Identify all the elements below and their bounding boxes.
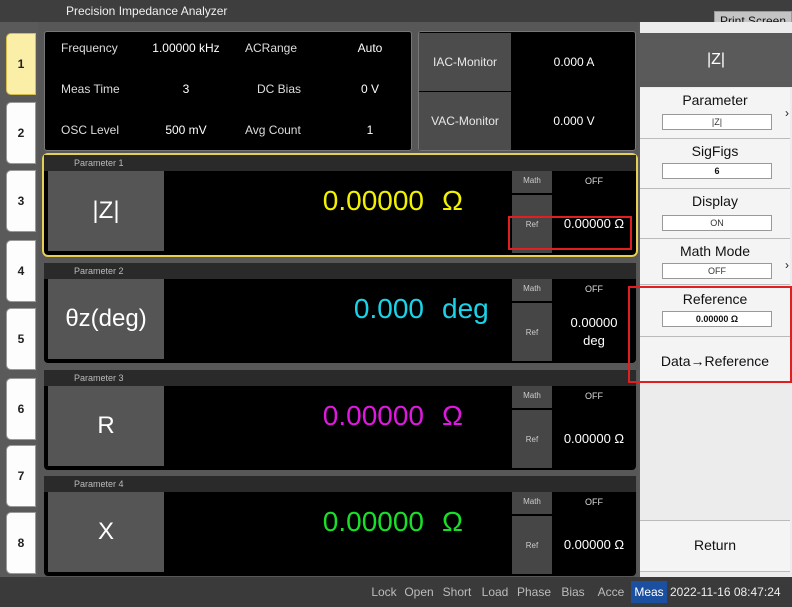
display-softkey-value: ON (662, 215, 772, 231)
ref-label: Ref (512, 195, 552, 253)
parameter-name[interactable]: X (48, 492, 164, 572)
parameter-panel-3[interactable]: Parameter 3 R 0.00000 Ω Math OFF Ref 0.0… (44, 370, 636, 470)
ref-label: Ref (512, 516, 552, 574)
parameter-unit: Ω (442, 400, 463, 431)
dc-bias-label: DC Bias (257, 82, 302, 96)
ref-value: 0.00000 Ω (563, 431, 625, 446)
tab-5[interactable]: 5 (6, 308, 36, 370)
avg-count-value[interactable]: 1 (335, 120, 405, 140)
math-label: Math (512, 492, 552, 514)
sigfigs-value[interactable]: 6 (662, 163, 772, 179)
ref-label: Ref (512, 303, 552, 361)
math-label: Math (512, 386, 552, 408)
chevron-right-icon: › (785, 106, 789, 120)
settings-panel: Frequency 1.00000 kHz ACRange Auto Meas … (44, 31, 412, 151)
ref-label: Ref (512, 410, 552, 468)
tab-6[interactable]: 6 (6, 378, 36, 440)
display-softkey-label: Display (692, 193, 738, 209)
softkey-header: |Z| (640, 33, 792, 87)
data-to-reference-label: Data→Reference (660, 353, 770, 369)
sigfigs-softkey-label: SigFigs (691, 143, 739, 159)
return-button[interactable]: Return (640, 520, 790, 572)
meas-time-label: Meas Time (61, 82, 120, 96)
reference-softkey[interactable]: Reference 0.00000 Ω (640, 287, 790, 337)
reference-softkey-label: Reference (682, 291, 748, 307)
status-phase[interactable]: Phase (514, 581, 554, 603)
status-bias[interactable]: Bias (555, 581, 591, 603)
meas-time-value[interactable]: 3 (141, 79, 231, 99)
ref-value: 0.00000 Ω (563, 216, 625, 231)
status-lock[interactable]: Lock (368, 581, 400, 603)
parameter-value: 0.00000 (322, 400, 424, 431)
parameter-softkey-label: Parameter (682, 92, 748, 108)
avg-count-label: Avg Count (245, 123, 301, 137)
tab-7[interactable]: 7 (6, 445, 36, 507)
status-load[interactable]: Load (477, 581, 513, 603)
tab-8[interactable]: 8 (6, 512, 36, 574)
iac-monitor-value: 0.000 A (553, 55, 595, 69)
math-value: OFF (585, 391, 603, 401)
parameter-name[interactable]: R (48, 386, 164, 466)
reference-value-field[interactable]: 0.00000 Ω (662, 311, 772, 327)
frequency-value[interactable]: 1.00000 kHz (141, 38, 231, 58)
parameter-panel-2[interactable]: Parameter 2 θz(deg) 0.000 deg Math OFF R… (44, 263, 636, 363)
parameter-header: Parameter 4 (44, 476, 636, 492)
parameter-value: 0.00000 (322, 506, 424, 537)
frequency-label: Frequency (61, 41, 118, 55)
parameter-header: Parameter 1 (44, 155, 636, 171)
monitor-panel: IAC-Monitor 0.000 A VAC-Monitor 0.000 V (418, 31, 636, 151)
parameter-unit: deg (442, 293, 489, 324)
data-to-reference-button[interactable]: Data→Reference (640, 337, 790, 383)
tab-4[interactable]: 4 (6, 240, 36, 302)
tab-2[interactable]: 2 (6, 102, 36, 164)
sigfigs-softkey[interactable]: SigFigs 6 (640, 139, 790, 189)
parameter-unit: Ω (442, 185, 463, 216)
iac-monitor-label: IAC-Monitor (419, 33, 511, 91)
math-value: OFF (585, 176, 603, 186)
display-softkey[interactable]: Display ON (640, 189, 790, 239)
osc-level-label: OSC Level (61, 123, 120, 137)
math-mode-softkey-value: OFF (662, 263, 772, 279)
parameter-softkey[interactable]: Parameter |Z| (640, 88, 790, 139)
parameter-value: 0.00000 (322, 185, 424, 216)
app-title: Precision Impedance Analyzer (66, 4, 228, 18)
status-meas[interactable]: Meas (631, 581, 667, 603)
osc-level-value[interactable]: 500 mV (141, 120, 231, 140)
parameter-value: 0.000 (353, 293, 424, 324)
title-bar: Precision Impedance Analyzer (0, 0, 792, 22)
parameter-softkey-value: |Z| (662, 114, 772, 130)
math-value: OFF (585, 497, 603, 507)
parameter-unit: Ω (442, 506, 463, 537)
acrange-label: ACRange (245, 41, 298, 55)
dc-bias-value[interactable]: 0 V (335, 79, 405, 99)
status-acce[interactable]: Acce (592, 581, 630, 603)
ref-value: 0.00000 Ω (563, 537, 625, 552)
parameter-name[interactable]: θz(deg) (48, 279, 164, 359)
tab-1[interactable]: 1 (6, 33, 36, 95)
datetime: 2022-11-16 08:47:24 (670, 585, 781, 599)
math-mode-softkey-label: Math Mode (679, 243, 751, 259)
return-label: Return (693, 537, 737, 553)
vac-monitor-label: VAC-Monitor (419, 92, 511, 150)
vac-monitor-value: 0.000 V (553, 114, 595, 128)
parameter-panel-4[interactable]: Parameter 4 X 0.00000 Ω Math OFF Ref 0.0… (44, 476, 636, 576)
parameter-panel-1[interactable]: Parameter 1 |Z| 0.00000 Ω Math OFF Ref 0… (42, 153, 638, 257)
parameter-header: Parameter 2 (44, 263, 636, 279)
math-label: Math (512, 279, 552, 301)
status-short[interactable]: Short (438, 581, 476, 603)
math-label: Math (512, 171, 552, 193)
tab-3[interactable]: 3 (6, 170, 36, 232)
math-value: OFF (585, 284, 603, 294)
acrange-value[interactable]: Auto (335, 38, 405, 58)
ref-value: 0.00000 deg (570, 315, 618, 348)
chevron-right-icon: › (785, 258, 789, 272)
parameter-name[interactable]: |Z| (48, 171, 164, 251)
math-mode-softkey[interactable]: Math Mode OFF (640, 239, 790, 285)
parameter-header: Parameter 3 (44, 370, 636, 386)
status-open[interactable]: Open (401, 581, 437, 603)
